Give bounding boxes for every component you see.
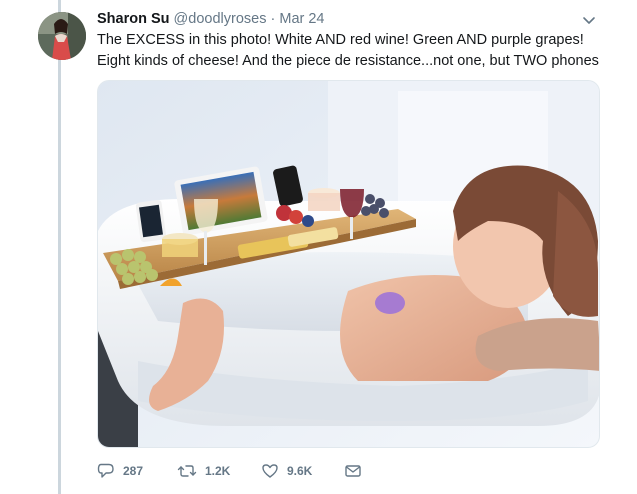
tweet-header: Sharon Su @doodlyroses · Mar 24: [97, 10, 325, 28]
envelope-icon: [344, 462, 362, 480]
author-name[interactable]: Sharon Su: [97, 11, 170, 27]
tweet-text: The EXCESS in this photo! White AND red …: [97, 32, 599, 69]
reply-icon: [97, 462, 115, 480]
reply-button[interactable]: 287: [97, 462, 177, 480]
tweet[interactable]: Sharon Su @doodlyroses · Mar 24 The EXCE…: [0, 0, 637, 494]
tweet-date[interactable]: Mar 24: [279, 11, 324, 27]
retweet-button[interactable]: 1.2K: [177, 462, 261, 480]
avatar[interactable]: [38, 12, 86, 60]
tweet-photo[interactable]: [97, 80, 600, 448]
reply-count: 287: [123, 464, 144, 478]
retweet-icon: [177, 462, 197, 480]
author-handle[interactable]: @doodlyroses: [174, 11, 267, 27]
chevron-down-icon[interactable]: [579, 10, 599, 30]
separator-dot: ·: [270, 11, 276, 27]
heart-icon: [261, 462, 279, 480]
direct-message-button[interactable]: [344, 462, 362, 480]
like-button[interactable]: 9.6K: [261, 462, 344, 480]
tweet-actions: 287 1.2K 9.6K: [97, 460, 362, 482]
retweet-count: 1.2K: [205, 464, 231, 478]
like-count: 9.6K: [287, 464, 313, 478]
